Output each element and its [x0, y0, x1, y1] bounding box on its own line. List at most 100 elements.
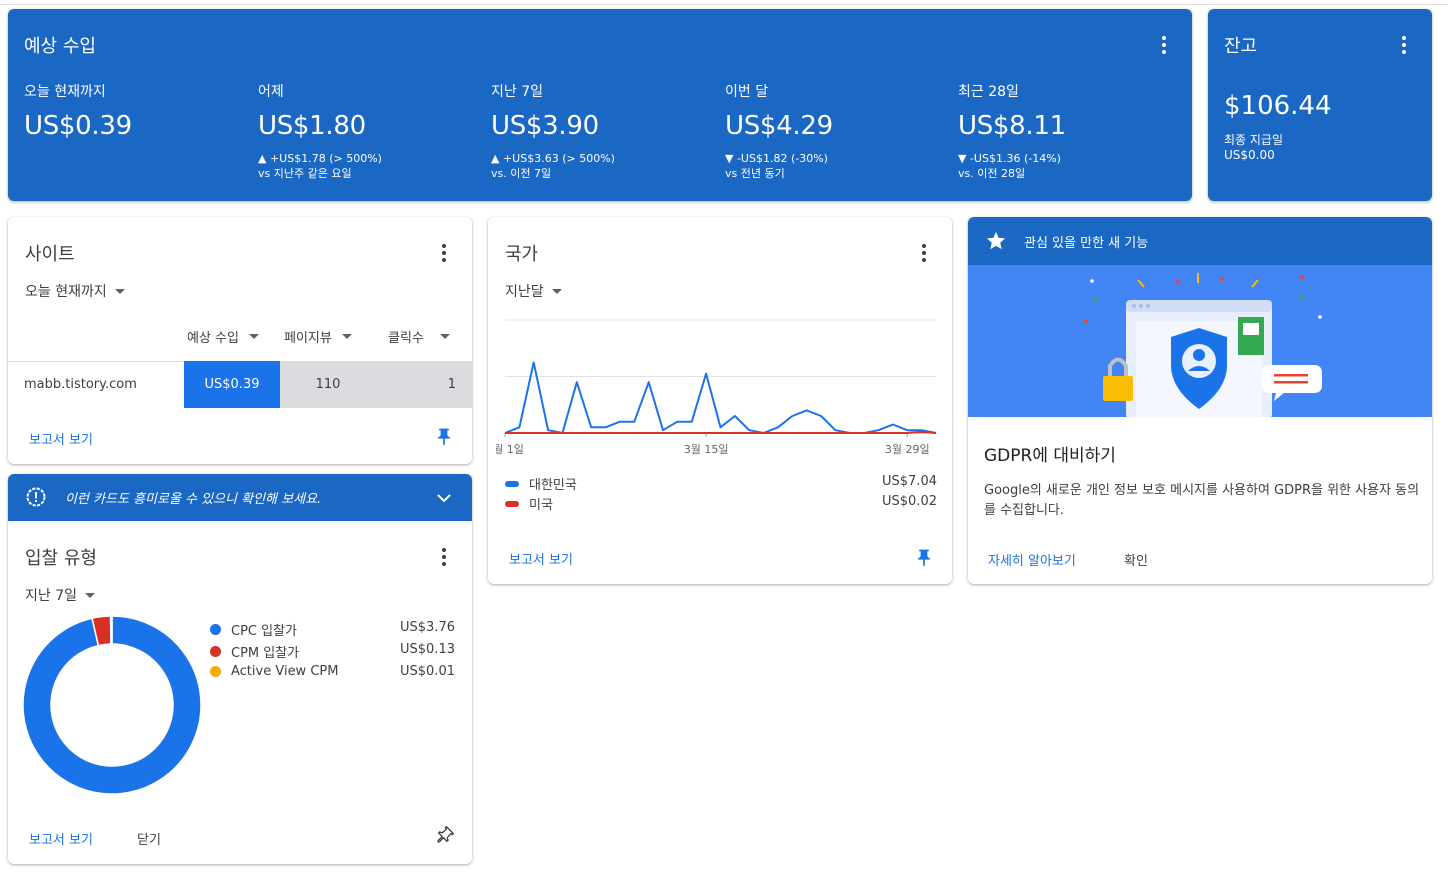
site-pageviews-cell: 110	[280, 361, 376, 408]
metric-value: US$3.90	[491, 111, 599, 141]
series-line	[505, 430, 937, 434]
balance-title: 잔고	[1224, 36, 1258, 57]
legend-value: US$0.13	[400, 642, 455, 657]
site-name: mabb.tistory.com	[24, 377, 137, 392]
legend-item: Active View CPM	[210, 664, 338, 679]
legend-item: CPC 입찰가	[210, 620, 297, 639]
legend-label: CPM 입찰가	[231, 646, 300, 661]
bid-title: 입찰 유형	[25, 548, 97, 569]
revenue-title: 예상 수입	[24, 36, 96, 57]
learn-more-link[interactable]: 자세히 알아보기	[988, 550, 1076, 569]
column-clicks[interactable]: 클릭수	[388, 327, 450, 346]
metric-delta: ▼ -US$1.36 (-14%)	[958, 152, 1061, 165]
legend-value: US$0.01	[400, 664, 455, 679]
caret-down-icon	[85, 592, 95, 598]
balance-card: 잔고 $106.44 최종 지급일 US$0.00	[1208, 9, 1432, 201]
country-more-icon[interactable]	[914, 243, 934, 263]
alert-gear-icon	[26, 487, 46, 507]
metric-delta: ▲ +US$1.78 (> 500%)	[258, 152, 382, 165]
site-revenue-cell: US$0.39	[184, 361, 280, 408]
legend-swatch	[505, 480, 519, 487]
bid-report-link[interactable]: 보고서 보기	[29, 829, 93, 848]
metric-value: US$0.39	[24, 111, 132, 141]
metric-last-7-days: 지난 7일 US$3.90 ▲ +US$3.63 (> 500%) vs. 이전…	[491, 81, 615, 181]
pin-outline-icon[interactable]	[434, 826, 454, 846]
metric-delta: ▲ +US$3.63 (> 500%)	[491, 152, 615, 165]
legend-dot	[210, 624, 221, 635]
dropdown-label: 지난 7일	[25, 588, 77, 604]
bid-type-donut-chart	[22, 615, 202, 795]
metric-label: 오늘 현재까지	[24, 84, 106, 100]
cell-value: 110	[315, 377, 341, 392]
legend-value: US$3.76	[400, 620, 455, 635]
x-tick-label: 3월 15일	[684, 442, 729, 456]
donut-slice	[109, 615, 113, 645]
feature-body: Google의 새로운 개인 정보 보호 메시지를 사용하여 GDPR을 위한 …	[984, 483, 1420, 518]
dropdown-label: 지난달	[505, 284, 544, 300]
metric-delta: ▼ -US$1.82 (-30%)	[725, 152, 828, 165]
metric-label: 이번 달	[725, 84, 769, 100]
sites-period-dropdown[interactable]: 오늘 현재까지	[25, 281, 125, 301]
feature-card: 관심 있을 만한 새 기능 GDPR에 대비하기 Google의 새로운 개인 …	[968, 217, 1432, 584]
metric-value: US$4.29	[725, 111, 833, 141]
legend-value: US$7.04	[882, 474, 937, 489]
bid-close-link[interactable]: 닫기	[137, 829, 161, 848]
metric-compare: vs. 이전 28일	[958, 167, 1026, 180]
sites-report-link[interactable]: 보고서 보기	[29, 429, 93, 448]
legend-swatch	[505, 500, 519, 507]
legend-item: CPM 입찰가	[210, 642, 299, 661]
column-label: 예상 수입	[187, 331, 239, 346]
star-icon	[986, 231, 1006, 250]
feature-title: GDPR에 대비하기	[984, 446, 1116, 466]
metric-label: 어제	[258, 84, 284, 100]
pin-icon[interactable]	[434, 427, 454, 447]
table-row[interactable]: mabb.tistory.com US$0.39 110 1	[8, 361, 472, 408]
sites-title: 사이트	[25, 244, 75, 265]
chevron-down-icon[interactable]	[435, 489, 453, 507]
metric-compare: vs 지난주 같은 요일	[258, 167, 352, 180]
bid-more-icon[interactable]	[434, 547, 454, 567]
suggestion-banner[interactable]: 이런 카드도 흥미로울 수 있으니 확인해 보세요.	[8, 474, 472, 521]
sites-more-icon[interactable]	[434, 243, 454, 263]
gdpr-illustration	[968, 265, 1432, 417]
pin-icon[interactable]	[914, 548, 934, 568]
balance-value: $106.44	[1224, 91, 1332, 121]
sort-caret-icon	[248, 334, 259, 339]
feature-header: 관심 있을 만한 새 기능	[968, 217, 1432, 265]
country-report-link[interactable]: 보고서 보기	[509, 549, 573, 568]
series-line	[504, 361, 937, 434]
column-label: 클릭수	[388, 331, 424, 346]
metric-value: US$1.80	[258, 111, 366, 141]
legend-label: Active View CPM	[231, 664, 339, 679]
column-revenue[interactable]: 예상 수입	[187, 327, 259, 346]
bid-period-dropdown[interactable]: 지난 7일	[25, 585, 95, 605]
balance-more-icon[interactable]	[1394, 35, 1414, 55]
country-line-chart: 3월 1일 3월 15일 3월 29일	[496, 319, 937, 456]
banner-text: 이런 카드도 흥미로울 수 있으니 확인해 보세요.	[65, 492, 322, 507]
metric-yesterday: 어제 US$1.80 ▲ +US$1.78 (> 500%) vs 지난주 같은…	[258, 81, 382, 181]
cell-value: US$0.39	[204, 377, 260, 392]
legend-label: 미국	[529, 498, 553, 513]
country-title: 국가	[505, 244, 539, 265]
revenue-more-icon[interactable]	[1154, 35, 1174, 55]
metric-today: 오늘 현재까지 US$0.39	[24, 81, 132, 141]
top-divider	[0, 4, 1448, 5]
metric-last-28-days: 최근 28일 US$8.11 ▼ -US$1.36 (-14%) vs. 이전 …	[958, 81, 1066, 181]
site-clicks-cell: 1	[376, 361, 472, 408]
caret-down-icon	[114, 288, 125, 294]
confirm-button[interactable]: 확인	[1124, 550, 1148, 569]
feature-header-text: 관심 있을 만한 새 기능	[1024, 236, 1149, 251]
legend-dot	[210, 646, 221, 657]
column-pageviews[interactable]: 페이지뷰	[284, 327, 352, 346]
column-label: 페이지뷰	[284, 331, 332, 346]
revenue-card: 예상 수입 오늘 현재까지 US$0.39 어제 US$1.80 ▲ +US$1…	[8, 9, 1192, 201]
legend-item: 대한민국	[505, 474, 577, 493]
x-tick-label: 3월 1일	[496, 442, 524, 456]
cell-value: 1	[447, 377, 456, 392]
sort-caret-icon	[341, 334, 352, 339]
legend-label: 대한민국	[529, 478, 577, 493]
last-payment-label: 최종 지급일	[1224, 133, 1284, 147]
country-period-dropdown[interactable]: 지난달	[505, 281, 562, 301]
metric-compare: vs 전년 동기	[725, 167, 785, 180]
metric-compare: vs. 이전 7일	[491, 167, 552, 180]
